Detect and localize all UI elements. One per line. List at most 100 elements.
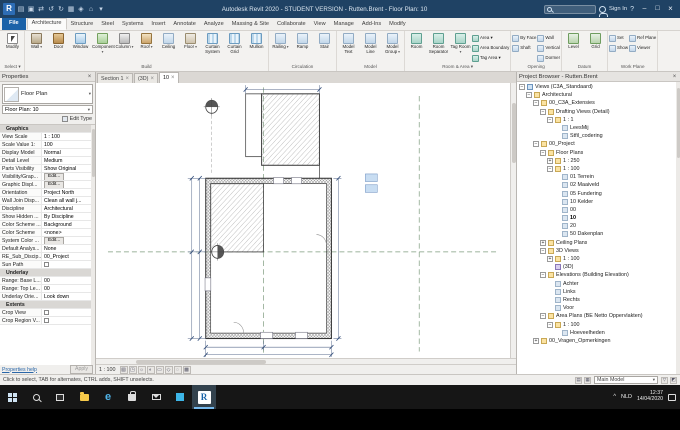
minimize-button[interactable]: – [638,0,651,18]
ribbon-panel-label[interactable]: Select ▾ [2,63,23,71]
ribbon-tab-view[interactable]: View [310,20,330,30]
property-row-display-model[interactable]: Display Model Normal [0,149,95,157]
sun-path-icon[interactable]: ☼ [137,365,146,374]
tree-item-00-project[interactable]: − 00_Project [517,140,680,148]
property-row-visibility-grap[interactable]: Visibility/Grap... Edit... [0,173,95,181]
expand-icon[interactable]: + [533,337,539,344]
property-group-graphics[interactable]: Graphics [0,125,95,133]
collapse-icon[interactable]: − [533,100,539,107]
checkbox[interactable] [44,318,49,323]
property-row-parts-visibility[interactable]: Parts Visibility Show Original [0,165,95,173]
property-row-graphic-displ[interactable]: Graphic Displ... Edit... [0,181,95,189]
help-icon[interactable]: ? [630,6,634,13]
sync-icon[interactable]: ⇄ [37,4,45,14]
shaft-button[interactable]: Shaft [512,44,536,53]
close-icon[interactable]: × [86,74,93,80]
ribbon-tab-collaborate[interactable]: Collaborate [273,20,310,30]
area-button[interactable]: Area ▾ [472,34,509,43]
tree-item-00-vragen-opmerkingen[interactable]: +00_Vragen_Opmerkingen [517,337,680,345]
ribbon-tab-annotate[interactable]: Annotate [169,20,199,30]
tree-item-50-dakenplan[interactable]: 50 Dakenplan [517,230,680,238]
viewer-button[interactable]: Viewer [629,44,656,53]
ribbon-tab-structure[interactable]: Structure [67,20,98,30]
tree-item-1-100[interactable]: − 1 : 100 [517,320,680,328]
tree-item-achter[interactable]: Achter [517,280,680,288]
dormer-button[interactable]: Dormer [537,54,560,63]
ribbon-panel-label[interactable]: Model [338,63,403,71]
home-icon[interactable]: ⌂ [87,4,95,14]
property-row-sun-path[interactable]: Sun Path [0,261,95,269]
collapse-icon[interactable]: − [519,84,525,91]
properties-scrollbar[interactable] [91,125,95,365]
curtain-grid-button[interactable]: Curtain Grid [224,32,245,63]
property-row-scale-value-1[interactable]: Scale Value 1: 100 [0,141,95,149]
detail-level-icon[interactable]: ▧ [119,365,128,374]
area-boundary-button[interactable]: Area Boundary [472,44,509,53]
tree-item-1-250[interactable]: +1 : 250 [517,157,680,165]
collapse-icon[interactable]: − [540,272,546,279]
ribbon-panel-label[interactable]: Work Plane [609,63,656,71]
edge-button[interactable]: e [96,385,120,409]
roof-button[interactable]: Roof ▾ [136,32,157,63]
edit-button[interactable]: Edit... [44,173,65,180]
type-selector[interactable]: Floor Plan [2,84,93,104]
floor-button[interactable]: Floor ▾ [180,32,201,63]
ribbon-panel-label[interactable]: Room & Area ▾ [406,63,509,71]
close-icon[interactable]: × [125,76,129,82]
mullion-button[interactable]: Mullion [246,32,267,63]
worksharing-icon[interactable]: ▤ [575,376,582,384]
tree-item-links[interactable]: Links [517,288,680,296]
design-options-icon[interactable]: ▦ [584,376,591,384]
collapse-icon[interactable]: − [547,116,553,123]
ribbon-tab-modify[interactable]: Modify [385,20,409,30]
room-button[interactable]: Room [406,32,427,63]
expand-icon[interactable]: + [540,239,546,246]
property-row-crop-view[interactable]: Crop View [0,309,95,317]
ribbon-panel-label[interactable]: Build [26,63,267,71]
tree-item-20[interactable]: 20 [517,222,680,230]
property-group-underlay[interactable]: Underlay [0,269,95,277]
door-button[interactable]: Door [48,32,69,63]
ribbon-panel-label[interactable]: Datum [563,63,606,71]
set-button[interactable]: Set [609,34,628,43]
curtain-system-button[interactable]: Curtain System [202,32,223,63]
tree-item-02-maaiveld[interactable]: 02 Maaiveld [517,181,680,189]
drawing-canvas[interactable] [96,83,510,358]
tree-item-rechts[interactable]: Rechts [517,296,680,304]
tree-item-floor-plans[interactable]: − Floor Plans [517,149,680,157]
tree-item-1-100[interactable]: − 1 : 100 [517,165,680,173]
tree-item-00[interactable]: 00 [517,206,680,214]
expand-icon[interactable]: + [547,256,553,263]
apply-button[interactable]: Apply [70,365,93,374]
property-row-color-scheme[interactable]: Color Scheme <none> [0,229,95,237]
maximize-button[interactable]: □ [651,0,664,18]
property-row-default-analys[interactable]: Default Analys... None [0,245,95,253]
model-text-button[interactable]: Model Text [338,32,359,63]
ribbon-tab-systems[interactable]: Systems [118,20,147,30]
revit-taskbar-button[interactable]: R [192,385,216,409]
photos-button[interactable] [168,385,192,409]
selection-toggle-icon[interactable]: ◩ [670,376,677,384]
ribbon-tab-architecture[interactable]: Architecture [26,18,67,30]
temporary-hide-icon[interactable]: ▩ [182,365,191,374]
by-face-button[interactable]: By Face [512,34,536,43]
tree-item-3d[interactable]: (3D) [517,263,680,271]
expand-icon[interactable]: + [547,157,553,164]
wall-button[interactable]: Wall ▾ [26,32,47,63]
properties-help-link[interactable]: Properties help [2,367,37,373]
property-row-detail-level[interactable]: Detail Level Medium [0,157,95,165]
tree-item-3d-views[interactable]: − 3D Views [517,247,680,255]
horizontal-scrollbar[interactable] [96,358,516,364]
model-group-button[interactable]: Model Group ▾ [382,32,403,63]
property-row-crop-region-v[interactable]: Crop Region V... [0,317,95,325]
property-row-re-sub-discip[interactable]: RE_Sub_Discip... 00_Project [0,253,95,261]
notification-icon[interactable] [668,393,676,401]
checkbox[interactable] [44,262,49,267]
property-row-color-scheme[interactable]: Color Scheme ... Background [0,221,95,229]
sign-in-button[interactable]: Sign In [609,6,627,12]
show-button[interactable]: Show [609,44,628,53]
checkbox[interactable] [44,310,49,315]
store-button[interactable] [120,385,144,409]
tree-item-hoeveelheden[interactable]: Hoeveelheden [517,329,680,337]
file-explorer-button[interactable] [72,385,96,409]
